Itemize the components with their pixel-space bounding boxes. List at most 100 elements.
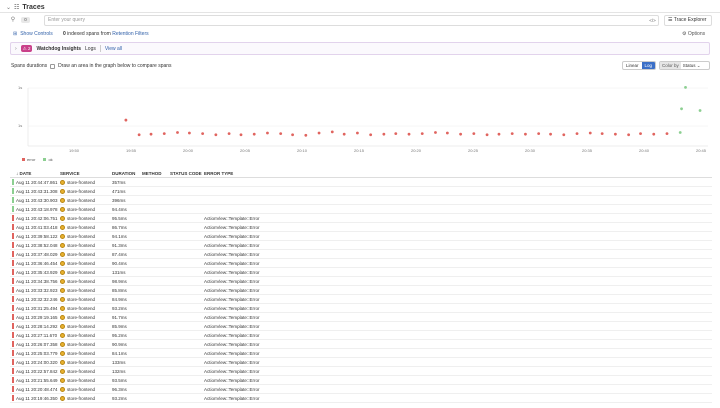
show-controls-button[interactable]: ⊞ Show Controls — [13, 31, 53, 37]
duration-cell: 91.3ms — [112, 242, 127, 248]
linear-button[interactable]: Linear — [623, 62, 642, 69]
status-bar — [12, 350, 14, 357]
status-bar — [12, 224, 14, 231]
column-header-service[interactable]: Service — [60, 171, 112, 176]
service-icon — [60, 386, 65, 392]
scatter-point-error — [124, 118, 128, 122]
table-row[interactable]: Aug 11 20:35:43.929 store-frontend 131ms Ac… — [10, 268, 712, 278]
insights-count-badge: ⚠ 2 — [20, 45, 33, 52]
table-row[interactable]: Aug 11 20:33:32.923 store-frontend 85.8ms A… — [10, 286, 712, 296]
scatter-point-error — [162, 132, 166, 135]
span-duration-chart[interactable]: 1s 1s 19:50 19:55 20:00 20:05 20:10 20:15 20:20 2… — [10, 74, 712, 166]
trace-explorer-button[interactable]: ☰ Trace Explorer — [664, 15, 712, 26]
x-tick-label: 20:40 — [639, 148, 650, 153]
log-button[interactable]: Log — [641, 62, 656, 69]
column-header-error-type[interactable]: Error Type — [204, 171, 712, 176]
table-row[interactable]: Aug 11 20:24:00.320 store-frontend 133ms Ac… — [10, 358, 712, 368]
status-bar — [12, 332, 14, 339]
legend-ok[interactable]: ok — [43, 157, 53, 162]
table-row[interactable]: Aug 11 20:25:03.779 store-frontend 84.1ms A… — [10, 349, 712, 359]
scatter-point-error — [549, 132, 552, 136]
date-cell: Aug 11 20:20:48.474 — [16, 386, 58, 392]
duration-cell: 84.9ms — [112, 296, 127, 302]
error-type-cell: ActionView::Template::Error — [204, 386, 260, 392]
service-icon — [60, 314, 65, 320]
retention-filters-link[interactable]: Retention Filters — [112, 31, 148, 37]
error-type-cell: ActionView::Template::Error — [204, 323, 260, 329]
table-row[interactable]: Aug 11 20:43:31.308 store-frontend 471ms — [10, 187, 712, 197]
chevron-down-icon[interactable]: ⌄ — [6, 4, 11, 11]
sliders-icon: ⊞ — [13, 31, 18, 37]
status-bar — [12, 368, 14, 375]
duration-cell: 396ms — [112, 197, 126, 203]
scatter-point-error — [330, 130, 334, 134]
scatter-point-error — [188, 131, 191, 135]
service-cell: store-frontend — [60, 287, 112, 293]
table-row[interactable]: Aug 11 20:43:18.978 store-frontend 94.4ms — [10, 205, 712, 215]
color-by-select[interactable]: Color by Status ⌄ — [659, 61, 710, 70]
search-input[interactable]: Enter your query — [44, 15, 659, 26]
service-cell: store-frontend — [60, 215, 112, 221]
service-icon — [60, 368, 65, 374]
table-row[interactable]: Aug 11 20:22:57.842 store-frontend 132ms Ac… — [10, 367, 712, 377]
insights-divider — [99, 45, 101, 52]
table-row[interactable]: Aug 11 20:42:06.751 store-frontend 95.5ms A… — [10, 214, 712, 224]
service-cell: store-frontend — [60, 224, 112, 230]
table-row[interactable]: Aug 11 20:43:30.903 store-frontend 396ms — [10, 196, 712, 206]
table-row[interactable]: Aug 11 20:36:46.454 store-frontend 90.4ms A… — [10, 259, 712, 269]
table-row[interactable]: Aug 11 20:19:46.350 store-frontend 93.2ms A… — [10, 394, 712, 404]
table-row[interactable]: Aug 11 20:31:25.494 store-frontend 93.2ms A… — [10, 304, 712, 314]
table-row[interactable]: Aug 11 20:34:38.756 store-frontend 98.9ms A… — [10, 277, 712, 287]
duration-cell: 90.9ms — [112, 341, 127, 347]
duration-cell: 95.5ms — [112, 215, 127, 221]
options-button[interactable]: ⚙ Options — [682, 31, 705, 37]
scatter-point-error — [382, 132, 386, 136]
table-row[interactable]: Aug 11 20:41:03.418 store-frontend 86.7ms A… — [10, 223, 712, 233]
options-label: Options — [687, 31, 706, 37]
service-cell: store-frontend — [60, 278, 112, 284]
legend-error[interactable]: error — [22, 157, 35, 162]
table-row[interactable]: Aug 11 20:37:48.029 store-frontend 87.4ms A… — [10, 250, 712, 260]
indexed-count: 0 — [63, 31, 66, 37]
table-row[interactable]: Aug 11 20:21:55.649 store-frontend 93.5ms A… — [10, 376, 712, 386]
show-controls-label: Show Controls — [20, 31, 53, 37]
table-row[interactable]: Aug 11 20:26:07.358 store-frontend 90.9ms A… — [10, 340, 712, 350]
table-row[interactable]: Aug 11 20:27:11.670 store-frontend 95.2ms A… — [10, 331, 712, 341]
scatter-point-error — [472, 132, 476, 135]
scatter-point-error — [407, 132, 411, 136]
draw-area-checkbox[interactable] — [50, 63, 56, 69]
service-cell: store-frontend — [60, 368, 112, 374]
filter-icon[interactable]: ⚲ — [9, 16, 17, 24]
date-cell: Aug 11 20:37:48.029 — [16, 251, 58, 257]
logs-label[interactable]: Logs — [85, 46, 96, 52]
table-row[interactable]: Aug 11 20:38:52.048 store-frontend 91.3ms A… — [10, 241, 712, 251]
table-row[interactable]: Aug 11 20:32:32.246 store-frontend 84.9ms A… — [10, 295, 712, 305]
status-bar — [12, 251, 14, 258]
code-toggle-button[interactable]: </> — [648, 17, 657, 24]
table-row[interactable]: Aug 11 20:29:19.165 store-frontend 91.7ms A… — [10, 313, 712, 323]
column-header-duration[interactable]: Duration — [112, 171, 142, 176]
x-tick-label: 20:25 — [468, 148, 479, 153]
view-all-link[interactable]: View all — [105, 46, 122, 52]
table-row[interactable]: Aug 11 20:39:58.122 store-frontend 94.1ms A… — [10, 232, 712, 242]
table-row[interactable]: Aug 11 20:44:47.861 store-frontend 357ms — [10, 178, 712, 188]
service-icon — [60, 287, 65, 293]
status-bar — [12, 305, 14, 312]
status-bar — [12, 260, 14, 267]
date-cell: Aug 11 20:22:57.842 — [16, 368, 58, 374]
service-icon — [60, 197, 65, 203]
column-header-method[interactable]: Method — [142, 171, 170, 176]
date-cell: Aug 11 20:19:46.350 — [16, 395, 58, 401]
service-cell: store-frontend — [60, 269, 112, 275]
duration-cell: 95.2ms — [112, 332, 127, 338]
date-cell: Aug 11 20:38:52.048 — [16, 242, 58, 248]
scatter-point-error — [537, 132, 541, 135]
column-header-status-code[interactable]: Status Code — [170, 171, 204, 176]
error-type-cell: ActionView::Template::Error — [204, 314, 260, 320]
table-row[interactable]: Aug 11 20:20:48.474 store-frontend 96.3ms A… — [10, 385, 712, 395]
scatter-point-error — [252, 132, 256, 136]
column-header-date[interactable]: ↓ Date — [10, 171, 60, 176]
table-row[interactable]: Aug 11 20:28:14.292 store-frontend 85.9ms A… — [10, 322, 712, 332]
status-bar — [12, 242, 14, 249]
chevron-right-icon[interactable]: › — [15, 46, 17, 52]
